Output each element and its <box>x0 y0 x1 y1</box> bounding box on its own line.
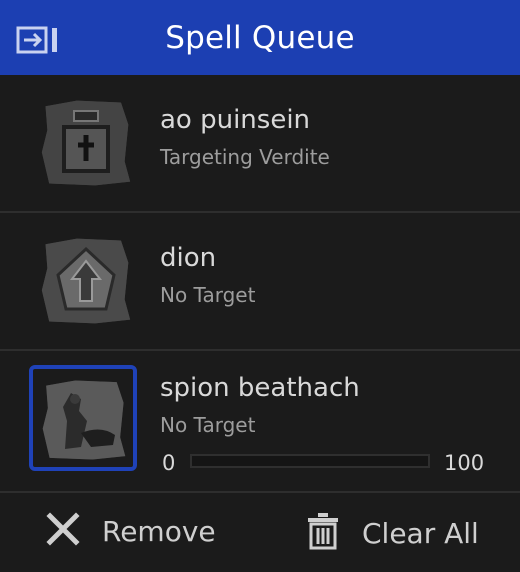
spell-name: ao puinsein <box>160 105 311 135</box>
header-bar: Spell Queue <box>0 0 520 75</box>
cast-progress-bar <box>190 454 430 468</box>
spell-target: No Target <box>160 413 256 437</box>
clear-all-label: Clear All <box>362 516 479 550</box>
remove-label: Remove <box>102 514 216 548</box>
spell-name: dion <box>160 243 217 273</box>
queue-item-selected[interactable]: spion beathach No Target 0 100 <box>0 351 520 493</box>
page-title: Spell Queue <box>165 19 355 56</box>
remove-button[interactable]: Remove <box>46 512 216 550</box>
shield-arrow-icon <box>41 238 131 324</box>
poison-bottle-icon <box>41 100 131 186</box>
close-icon <box>46 512 80 550</box>
creature-spell-icon <box>42 380 126 460</box>
queue-item[interactable]: dion No Target <box>0 213 520 351</box>
spell-name: spion beathach <box>160 373 360 403</box>
spell-target: No Target <box>160 283 256 307</box>
progress-max-label: 100 <box>444 451 485 475</box>
progress-min-label: 0 <box>162 451 176 475</box>
selection-frame <box>29 365 137 471</box>
footer-toolbar: Remove Clear All <box>0 494 520 572</box>
spell-queue-panel: Spell Queue ao puinsein Targeting Verdit… <box>0 0 520 572</box>
spell-target: Targeting Verdite <box>160 145 330 169</box>
trash-icon <box>306 512 340 554</box>
queue-item[interactable]: ao puinsein Targeting Verdite <box>0 75 520 213</box>
collapse-panel-icon[interactable] <box>16 26 60 54</box>
clear-all-button[interactable]: Clear All <box>306 512 479 554</box>
